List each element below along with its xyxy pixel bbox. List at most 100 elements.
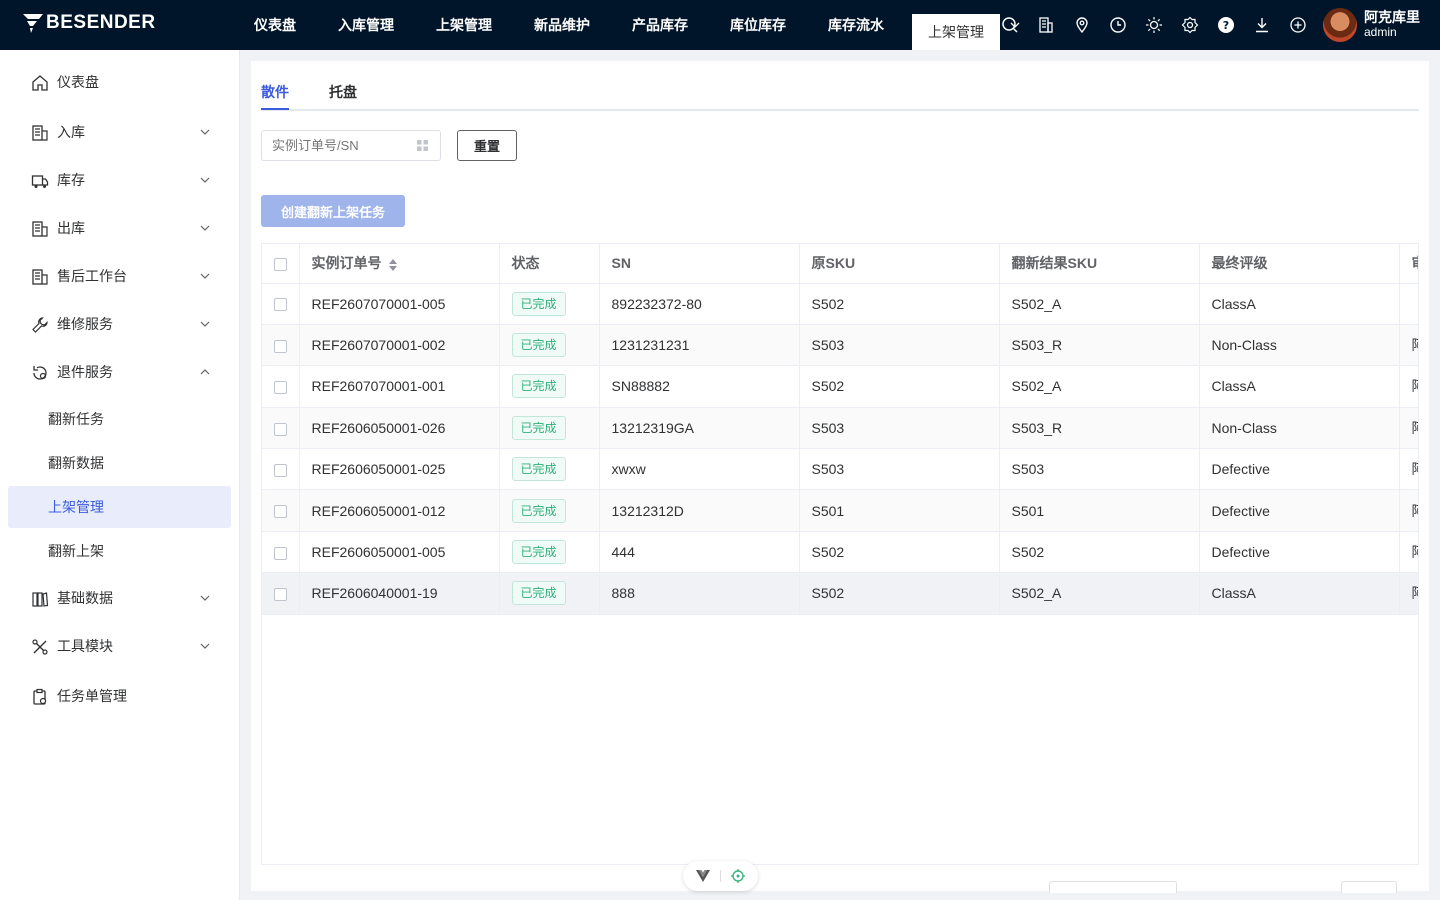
sidebar-item-dashboard[interactable]: 仪表盘 (8, 61, 231, 103)
status-cell: 已完成 (499, 283, 600, 325)
table-row[interactable]: REF2606050001-025 已完成 xwxw S503 S503 Defectiv… (262, 448, 1418, 491)
nav-inventory-flow[interactable]: 库存流水 (812, 0, 900, 50)
avatar[interactable] (1323, 8, 1357, 42)
nav-product-inventory[interactable]: 产品库存 (616, 0, 704, 50)
row-checkbox[interactable] (274, 546, 287, 560)
row-checkbox[interactable] (274, 298, 287, 312)
row-checkbox[interactable] (274, 464, 287, 478)
history-button[interactable] (1100, 0, 1136, 50)
page-size-select[interactable] (1049, 881, 1177, 893)
sort-icon[interactable] (388, 258, 398, 272)
row-checkbox[interactable] (274, 422, 287, 436)
final-grade-cell: Defective (1199, 489, 1400, 532)
sidebar-item-inbound[interactable]: 入库 (8, 111, 231, 153)
sidebar-item-inventory[interactable]: 库存 (8, 159, 231, 201)
target-icon[interactable] (731, 869, 745, 883)
search-input[interactable] (261, 130, 441, 161)
table-row[interactable]: REF2606050001-005 已完成 444 S502 S502 Defective… (262, 531, 1418, 574)
table-row[interactable]: REF2607070001-005 已完成 892232372-80 S502 S502… (262, 283, 1418, 325)
add-button[interactable] (1280, 0, 1316, 50)
user-menu[interactable]: 阿克库里 admin (1323, 8, 1420, 42)
table-row[interactable]: REF2607070001-002 已完成 1231231231 S503 S503_R… (262, 324, 1418, 367)
vue-devtools-icon[interactable] (696, 870, 710, 882)
main-panel: 散件 托盘 重置 创建翻新上架任务 实例订单号 状态 SN 原SKU 翻新结果S… (251, 61, 1429, 891)
order-no-cell: REF2606040001-19 (299, 572, 500, 615)
tab-loose-parts[interactable]: 散件 (261, 82, 289, 102)
chevron-down-icon (200, 177, 210, 183)
sn-cell: 1231231231 (599, 324, 800, 367)
status-badge: 已完成 (511, 581, 566, 606)
original-sku-cell: S502 (799, 572, 1000, 615)
tab-pallet[interactable]: 托盘 (329, 82, 357, 102)
warehouse-button[interactable] (1028, 0, 1064, 50)
toolbar: ? (992, 0, 1316, 50)
original-sku-cell: S501 (799, 489, 1000, 532)
user-name: 阿克库里 (1364, 9, 1420, 25)
result-sku-cell: S502_A (999, 572, 1200, 615)
nav-location-inventory[interactable]: 库位库存 (714, 0, 802, 50)
sidebar-subitem-refurb-data[interactable]: 翻新数据 (8, 442, 231, 484)
search-icon (1002, 17, 1018, 33)
order-no-cell: REF2606050001-012 (299, 489, 500, 532)
row-select-cell (262, 531, 300, 574)
theme-button[interactable] (1136, 0, 1172, 50)
nav-putaway[interactable]: 上架管理 (420, 0, 508, 50)
nav-new-products[interactable]: 新品维护 (518, 0, 606, 50)
sun-icon (1146, 17, 1162, 33)
final-grade-cell: ClassA (1199, 283, 1400, 325)
reset-button[interactable]: 重置 (457, 130, 517, 161)
tasklist-icon (33, 688, 47, 705)
nav-tab-active[interactable]: 上架管理 (912, 14, 1000, 50)
row-checkbox[interactable] (274, 381, 287, 395)
download-icon (1256, 18, 1268, 33)
truncated-cell: 阿 (1399, 489, 1418, 532)
nav-dashboard[interactable]: 仪表盘 (238, 0, 312, 50)
settings-button[interactable] (1172, 0, 1208, 50)
location-icon (1076, 17, 1088, 34)
truncated-cell: 阿 (1399, 531, 1418, 574)
sidebar-item-tools[interactable]: 工具模块 (8, 625, 231, 667)
original-sku-cell: S502 (799, 531, 1000, 574)
grid-icon[interactable] (417, 140, 428, 151)
sidebar-item-returns[interactable]: 退件服务 (8, 351, 231, 393)
page-jump-input[interactable] (1341, 881, 1397, 893)
sidebar-item-base-data[interactable]: 基础数据 (8, 577, 231, 619)
table-row[interactable]: REF2606050001-012 已完成 13212312D S501 S501 Def… (262, 489, 1418, 532)
row-checkbox[interactable] (274, 505, 287, 519)
select-all-checkbox[interactable] (274, 258, 287, 272)
row-select-cell (262, 572, 300, 615)
download-button[interactable] (1244, 0, 1280, 50)
truncated-cell (1399, 283, 1418, 325)
original-sku-cell: S503 (799, 448, 1000, 491)
sn-cell: xwxw (599, 448, 800, 491)
truncated-cell: 阿 (1399, 365, 1418, 408)
top-nav: 仪表盘 入库管理 上架管理 新品维护 产品库存 库位库存 库存流水 上架管理 (238, 0, 1030, 50)
result-sku-cell: S503_R (999, 324, 1200, 367)
sidebar-item-aftersale[interactable]: 售后工作台 (8, 255, 231, 297)
table-row[interactable]: REF2607070001-001 已完成 SN88882 S502 S502_A Cla… (262, 365, 1418, 408)
help-button[interactable]: ? (1208, 0, 1244, 50)
row-checkbox[interactable] (274, 588, 287, 602)
row-select-cell (262, 489, 300, 532)
order-no-cell: REF2607070001-005 (299, 283, 500, 325)
table-row[interactable]: REF2606040001-19 已完成 888S502S502_AClassA阿 (262, 572, 1418, 615)
column-header-truncated: 审 (1399, 244, 1418, 284)
row-checkbox[interactable] (274, 339, 287, 353)
sidebar-subitem-refurb-tasks[interactable]: 翻新任务 (8, 398, 231, 440)
original-sku-cell: S502 (799, 283, 1000, 325)
sidebar-item-repair[interactable]: 维修服务 (8, 303, 231, 345)
sidebar-item-outbound[interactable]: 出库 (8, 207, 231, 249)
nav-inbound[interactable]: 入库管理 (322, 0, 410, 50)
sidebar-subitem-refurb-putaway[interactable]: 翻新上架 (8, 530, 231, 572)
create-refurb-putaway-task-button[interactable]: 创建翻新上架任务 (261, 195, 405, 227)
sidebar-item-task-orders[interactable]: 任务单管理 (8, 675, 231, 717)
table-row[interactable]: REF2606050001-026 已完成 13212319GA S503 S503_R… (262, 407, 1418, 450)
column-header-order-no[interactable]: 实例订单号 (299, 244, 500, 284)
search-button[interactable] (992, 0, 1028, 50)
sidebar-subitem-putaway[interactable]: 上架管理 (8, 486, 231, 528)
order-no-cell: REF2606050001-025 (299, 448, 500, 491)
inbound-icon (32, 125, 48, 141)
brand-logo[interactable]: BESENDER (22, 12, 156, 34)
location-button[interactable] (1064, 0, 1100, 50)
status-cell: 已完成 (499, 365, 600, 408)
